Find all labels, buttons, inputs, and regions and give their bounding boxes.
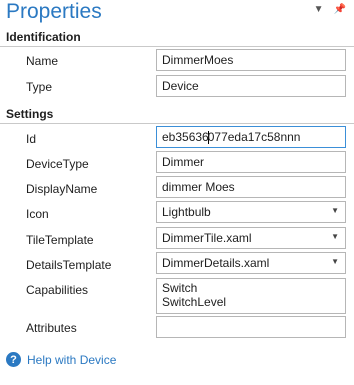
tiletemplate-select-value: DimmerTile.xaml xyxy=(162,231,252,245)
id-field[interactable]: eb35636077eda17c58nnn xyxy=(156,126,346,148)
id-value-part1: eb35636 xyxy=(162,130,209,144)
id-value-part2: 077eda17c58nnn xyxy=(207,130,301,144)
chevron-down-icon[interactable]: ▼ xyxy=(331,257,339,266)
icon-select[interactable]: Lightbulb ▼ xyxy=(156,201,346,223)
tiletemplate-label: TileTemplate xyxy=(26,233,94,247)
type-field[interactable]: Device xyxy=(156,75,346,97)
section-settings[interactable]: Settings xyxy=(0,107,354,124)
devicetype-label: DeviceType xyxy=(26,157,89,171)
section-identification-label: Identification xyxy=(6,30,81,44)
detailstemplate-label: DetailsTemplate xyxy=(26,258,112,272)
header-icons: ▼ 📌 xyxy=(314,4,346,15)
id-label: Id xyxy=(26,132,37,146)
type-label: Type xyxy=(26,80,53,94)
help-link[interactable]: Help with Device xyxy=(27,353,116,367)
name-label: Name xyxy=(26,54,59,68)
detailstemplate-select[interactable]: DimmerDetails.xaml ▼ xyxy=(156,252,346,274)
divider xyxy=(0,123,354,124)
attributes-label: Attributes xyxy=(26,321,77,335)
name-field[interactable]: DimmerMoes xyxy=(156,49,346,71)
capabilities-field[interactable]: Switch SwitchLevel xyxy=(156,278,346,314)
icon-label: Icon xyxy=(26,207,49,221)
displayname-label: DisplayName xyxy=(26,182,98,196)
dropdown-arrow-icon[interactable]: ▼ xyxy=(314,4,324,15)
detailstemplate-select-value: DimmerDetails.xaml xyxy=(162,256,270,270)
help-icon[interactable]: ? xyxy=(6,352,21,367)
displayname-field[interactable]: dimmer Moes xyxy=(156,176,346,198)
divider xyxy=(0,46,354,47)
chevron-down-icon[interactable]: ▼ xyxy=(331,232,339,241)
pin-icon[interactable]: 📌 xyxy=(334,4,346,15)
icon-select-value: Lightbulb xyxy=(162,205,211,219)
tiletemplate-select[interactable]: DimmerTile.xaml ▼ xyxy=(156,227,346,249)
devicetype-field[interactable]: Dimmer xyxy=(156,151,346,173)
capability-item: Switch xyxy=(162,281,198,295)
chevron-down-icon[interactable]: ▼ xyxy=(331,206,339,215)
section-settings-label: Settings xyxy=(6,107,54,121)
panel-title: Properties xyxy=(6,0,102,23)
capabilities-label: Capabilities xyxy=(26,283,89,297)
attributes-field[interactable] xyxy=(156,316,346,338)
capability-item: SwitchLevel xyxy=(162,295,227,309)
section-identification[interactable]: Identification xyxy=(0,30,354,47)
help-link-row[interactable]: ? Help with Device xyxy=(6,352,116,367)
